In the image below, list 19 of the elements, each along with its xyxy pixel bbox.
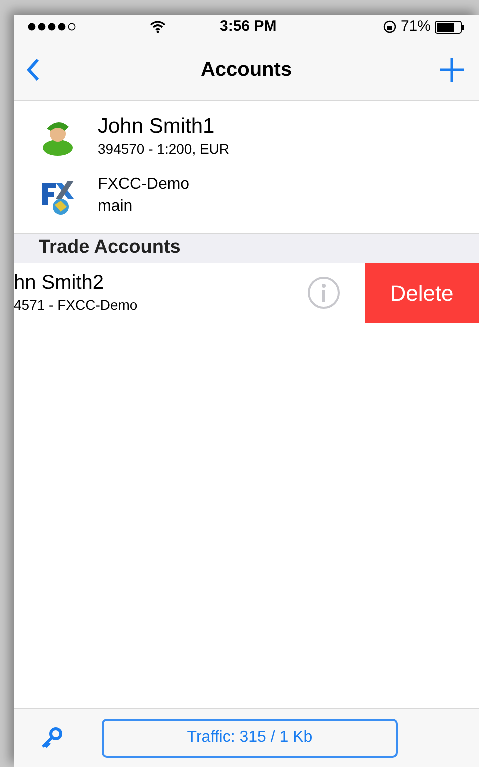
traffic-button[interactable]: Traffic: 315 / 1 Kb [102, 718, 398, 758]
account-name: hn Smith2 [14, 270, 106, 294]
battery-icon [435, 20, 465, 34]
status-time: 3:56 PM [220, 16, 277, 37]
rotation-lock-icon [382, 20, 397, 34]
account-name: John Smith1 [98, 114, 216, 138]
account-name: FXCC-Demo [98, 175, 190, 195]
account-details: main [98, 197, 134, 217]
page-title: Accounts [200, 58, 294, 82]
key-icon [40, 726, 64, 750]
battery-percent: 71% [400, 16, 431, 37]
account-details: 394570 - 1:200, EUR [98, 140, 230, 158]
back-icon [26, 58, 40, 82]
info-icon [307, 276, 341, 310]
section-header: Trade Accounts [14, 233, 479, 263]
delete-button[interactable]: Delete [365, 263, 479, 323]
add-icon [439, 56, 465, 82]
account-details: 4571 - FXCC-Demo [14, 296, 139, 314]
wifi-icon [150, 21, 166, 33]
